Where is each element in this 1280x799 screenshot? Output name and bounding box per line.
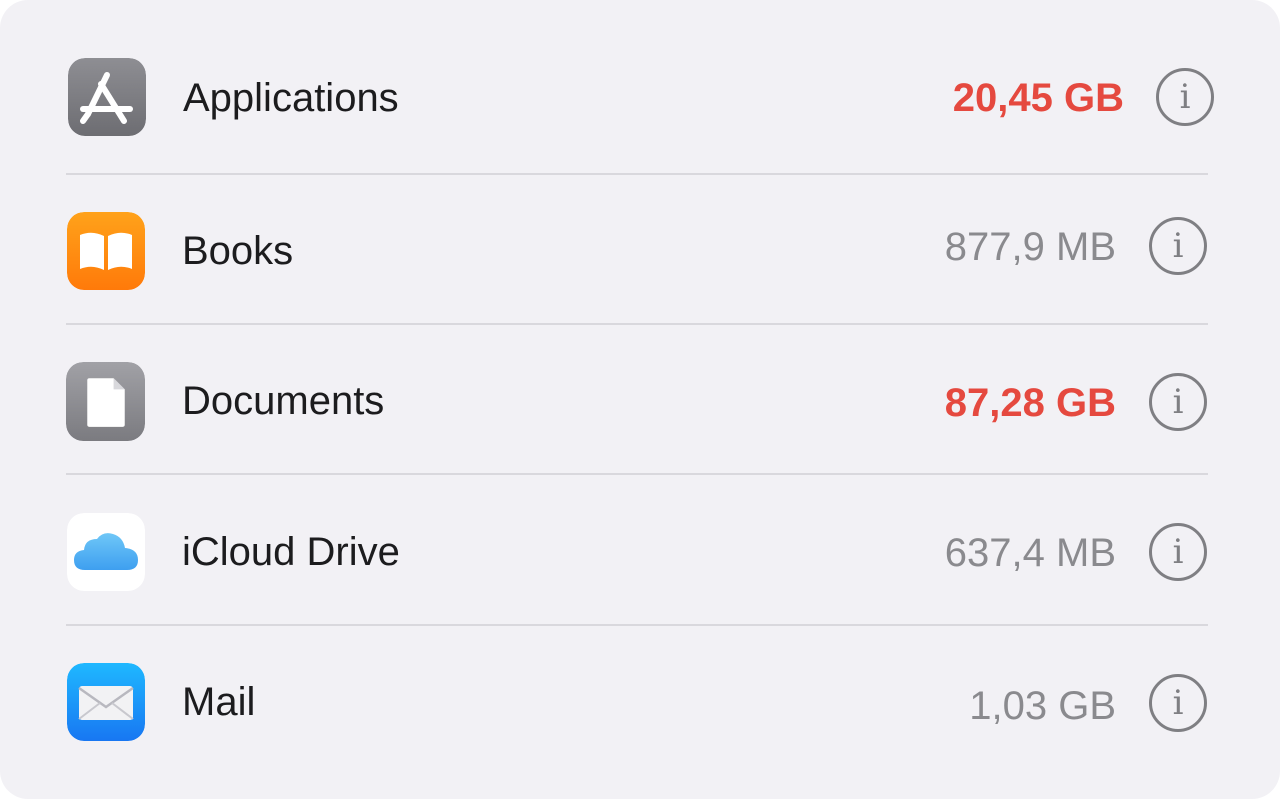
mail-icon xyxy=(67,663,145,741)
storage-panel: Applications 20,45 GB i Books 877,9 MB i xyxy=(0,0,1280,799)
storage-item-name: iCloud Drive xyxy=(182,530,400,574)
info-icon[interactable]: i xyxy=(1149,373,1207,431)
storage-row-applications[interactable]: Applications 20,45 GB i xyxy=(0,0,1280,175)
storage-item-size: 20,45 GB xyxy=(952,76,1124,120)
storage-item-size: 637,4 MB xyxy=(944,531,1116,575)
document-icon xyxy=(66,362,145,441)
divider xyxy=(66,473,1208,475)
storage-item-size: 87,28 GB xyxy=(944,381,1116,425)
info-icon[interactable]: i xyxy=(1149,674,1207,732)
info-icon[interactable]: i xyxy=(1149,217,1207,275)
storage-row-icloud-drive[interactable]: iCloud Drive 637,4 MB i xyxy=(0,476,1280,626)
storage-item-name: Applications xyxy=(183,76,399,120)
storage-item-size: 877,9 MB xyxy=(944,225,1116,269)
app-store-icon xyxy=(68,58,146,136)
books-icon xyxy=(67,212,145,290)
info-icon[interactable]: i xyxy=(1149,523,1207,581)
storage-item-name: Books xyxy=(182,229,294,273)
storage-item-size: 1,03 GB xyxy=(969,684,1116,728)
storage-item-name: Mail xyxy=(182,680,256,724)
storage-item-name: Documents xyxy=(182,379,385,423)
storage-row-mail[interactable]: Mail 1,03 GB i xyxy=(0,626,1280,776)
info-icon[interactable]: i xyxy=(1156,68,1214,126)
storage-row-books[interactable]: Books 877,9 MB i xyxy=(0,175,1280,325)
icloud-icon xyxy=(67,513,145,591)
storage-row-documents[interactable]: Documents 87,28 GB i xyxy=(0,325,1280,475)
